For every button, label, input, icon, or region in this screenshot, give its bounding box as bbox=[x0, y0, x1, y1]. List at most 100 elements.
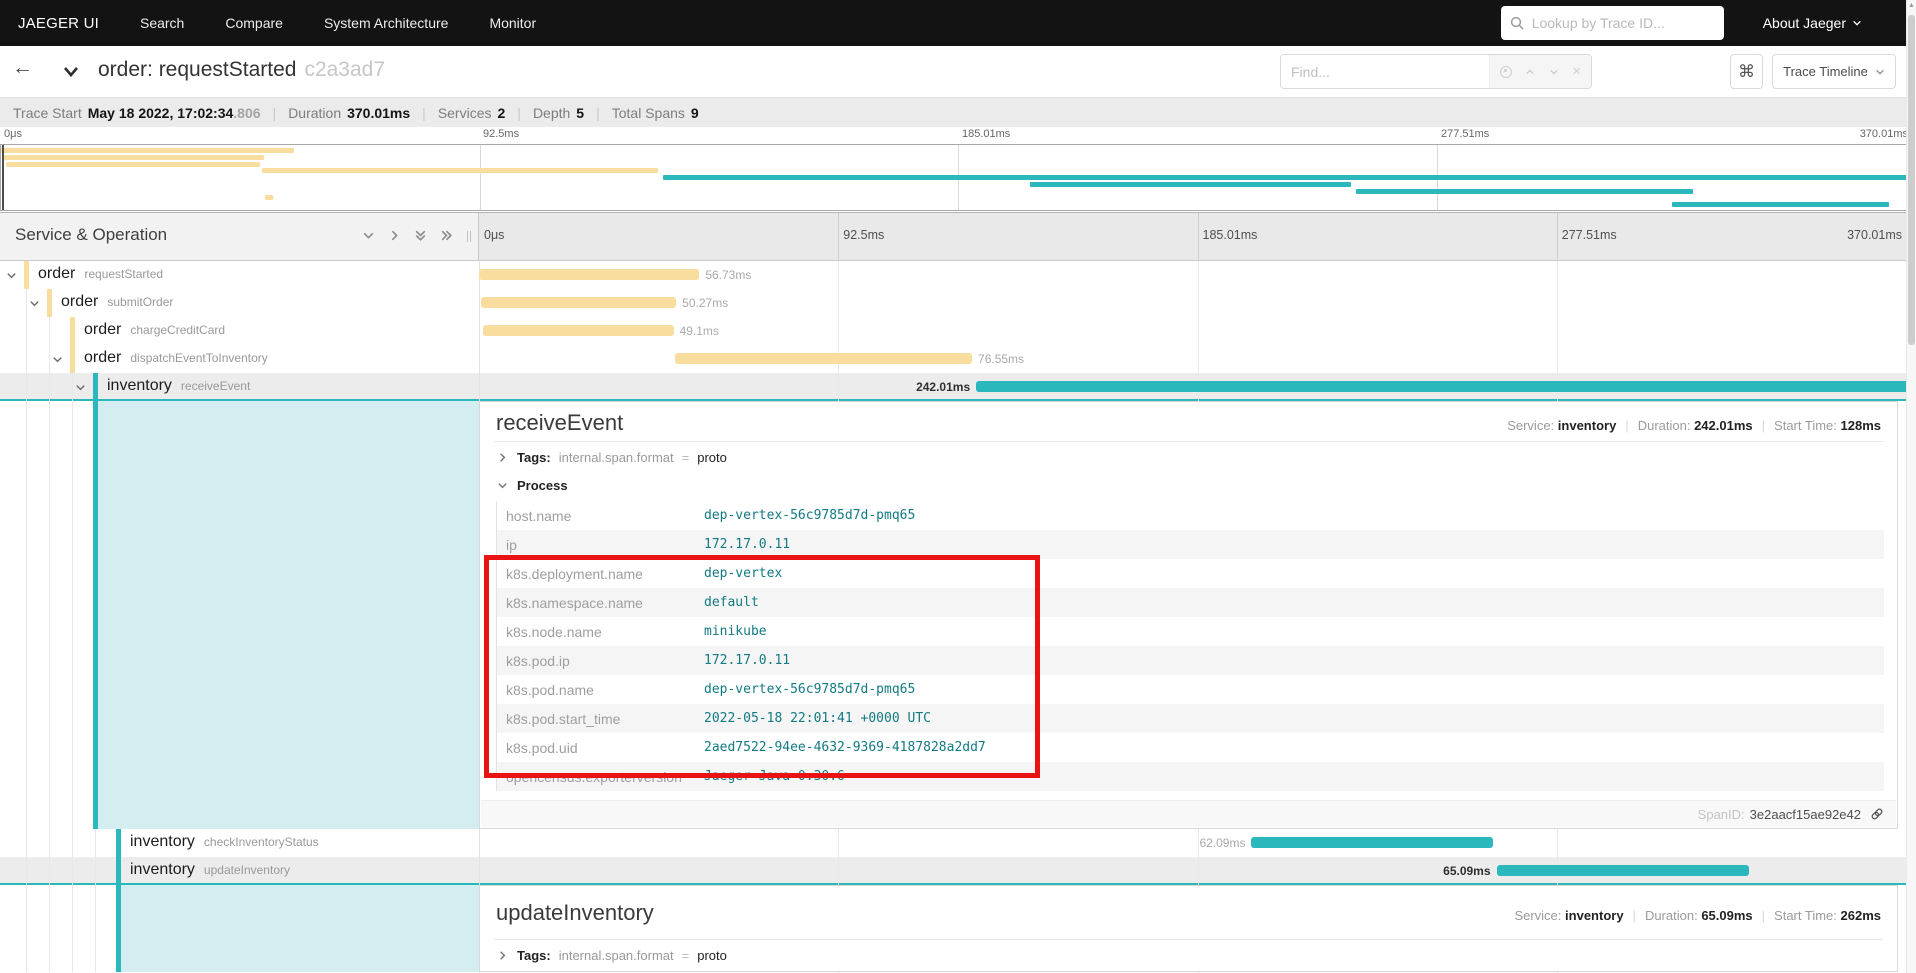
ruler-gridline bbox=[838, 213, 839, 260]
expand-all-icon[interactable] bbox=[439, 228, 454, 243]
collapse-all-icon[interactable] bbox=[413, 228, 428, 243]
indent-guide bbox=[26, 401, 27, 829]
process-row[interactable]: k8s.pod.ip172.17.0.11 bbox=[497, 646, 1884, 675]
span-row-chargeCreditCard[interactable]: orderchargeCreditCard49.1ms bbox=[0, 317, 1916, 345]
detail-service-value: inventory bbox=[1565, 908, 1624, 923]
span-expander-chevron-icon[interactable] bbox=[74, 381, 87, 394]
span-duration-bar[interactable] bbox=[479, 269, 699, 280]
vertical-scrollbar[interactable]: ▲ bbox=[1906, 0, 1916, 973]
detail-divider bbox=[494, 939, 1883, 940]
process-row[interactable]: k8s.node.nameminikube bbox=[497, 617, 1884, 646]
span-expander-chevron-icon[interactable] bbox=[28, 297, 41, 310]
span-service-name[interactable]: inventoryreceiveEvent bbox=[107, 377, 250, 395]
trace-start-label: Trace Start bbox=[13, 105, 82, 121]
indent-guide bbox=[72, 401, 73, 829]
process-key: k8s.namespace.name bbox=[497, 595, 704, 611]
minimap-tick-label: 185.01ms bbox=[962, 128, 1010, 140]
span-row-submitOrder[interactable]: ordersubmitOrder 50.27ms bbox=[0, 289, 1916, 317]
indent-guide bbox=[49, 373, 50, 401]
span-duration-bar[interactable] bbox=[1251, 837, 1492, 848]
span-service-name[interactable]: ordersubmitOrder bbox=[61, 293, 173, 311]
process-row[interactable]: k8s.pod.namedep-vertex-56c9785d7d-pmq65 bbox=[497, 675, 1884, 704]
span-service-name[interactable]: orderdispatchEventToInventory bbox=[84, 349, 268, 367]
span-duration-bar[interactable] bbox=[976, 381, 1916, 392]
tags-section-toggle[interactable]: Tags:internal.span.format=proto bbox=[496, 948, 727, 963]
indent-guide bbox=[26, 289, 27, 317]
span-duration-bar[interactable] bbox=[481, 297, 676, 308]
timeline-column-header: Service & Operation 0μs92.5ms185.01ms277… bbox=[0, 212, 1916, 261]
back-button[interactable]: ← bbox=[12, 56, 33, 80]
minimap-span-bar bbox=[6, 162, 260, 167]
trace-view-dropdown[interactable]: Trace Timeline bbox=[1772, 54, 1896, 89]
span-color-accent bbox=[70, 317, 75, 345]
ruler-tick-label: 0μs bbox=[484, 228, 504, 242]
process-row[interactable]: k8s.deployment.namedep-vertex bbox=[497, 559, 1884, 588]
span-service-name[interactable]: orderchargeCreditCard bbox=[84, 321, 225, 339]
app-logo[interactable]: JAEGER UI bbox=[18, 15, 99, 32]
span-row-dispatchEventToInventory[interactable]: orderdispatchEventToInventory76.55ms bbox=[0, 345, 1916, 373]
span-duration-bar[interactable] bbox=[675, 353, 972, 364]
process-key: k8s.deployment.name bbox=[497, 566, 704, 582]
span-operation-name: receiveEvent bbox=[181, 379, 250, 393]
span-row-requestStarted[interactable]: orderrequestStarted56.73ms bbox=[0, 261, 1916, 289]
process-row[interactable]: k8s.pod.start_time2022-05-18 22:01:41 +0… bbox=[497, 704, 1884, 733]
process-row[interactable]: k8s.pod.uid2aed7522-94ee-4632-9369-41878… bbox=[497, 733, 1884, 762]
span-color-accent bbox=[116, 829, 121, 857]
tags-preview-value: proto bbox=[697, 948, 727, 963]
nav-item-search[interactable]: Search bbox=[140, 15, 184, 31]
scrollbar-thumb[interactable] bbox=[1908, 15, 1915, 345]
nav-item-compare[interactable]: Compare bbox=[225, 15, 283, 31]
nav-item-system-architecture[interactable]: System Architecture bbox=[324, 15, 449, 31]
span-row-receiveEvent[interactable]: inventoryreceiveEvent242.01ms bbox=[0, 373, 1916, 401]
prev-match-icon[interactable] bbox=[1524, 67, 1536, 77]
trace-id-lookup-input[interactable] bbox=[1530, 14, 1715, 32]
find-input[interactable] bbox=[1281, 55, 1489, 88]
indent-guide bbox=[49, 345, 50, 373]
process-row[interactable]: opencensus.exporterversionJaeger-Java-0.… bbox=[497, 762, 1884, 791]
span-row-checkInventoryStatus[interactable]: inventorycheckInventoryStatus62.09ms bbox=[0, 829, 1916, 857]
detail-start-label: Start Time: bbox=[1774, 908, 1837, 923]
indent-guide bbox=[26, 345, 27, 373]
detail-service-value: inventory bbox=[1558, 418, 1617, 433]
collapse-trace-chevron-icon[interactable] bbox=[60, 63, 82, 86]
span-service-name[interactable]: orderrequestStarted bbox=[38, 265, 163, 283]
nav-item-monitor[interactable]: Monitor bbox=[489, 15, 536, 31]
detail-start-label: Start Time: bbox=[1774, 418, 1837, 433]
collapse-one-icon[interactable] bbox=[361, 228, 376, 243]
clear-find-icon[interactable]: × bbox=[1572, 64, 1581, 79]
span-detail-card: receiveEventService: inventory|Duration:… bbox=[479, 401, 1898, 829]
about-jaeger-menu[interactable]: About Jaeger bbox=[1763, 15, 1862, 31]
span-duration-bar[interactable] bbox=[1497, 865, 1750, 876]
span-expander-chevron-icon[interactable] bbox=[51, 353, 64, 366]
detail-duration-value: 65.09ms bbox=[1701, 908, 1752, 923]
process-row[interactable]: k8s.namespace.namedefault bbox=[497, 588, 1884, 617]
minimap-left-drag-handle[interactable] bbox=[2, 145, 4, 210]
tags-section-toggle[interactable]: Tags:internal.span.format=proto bbox=[496, 450, 727, 465]
trace-id-lookup[interactable] bbox=[1501, 6, 1724, 40]
trace-header: ← order: requestStartedc2a3ad7 × ⌘ Trace… bbox=[0, 46, 1916, 97]
detail-duration-value: 242.01ms bbox=[1694, 418, 1753, 433]
span-duration-bar[interactable] bbox=[483, 325, 674, 336]
column-resize-grip[interactable] bbox=[467, 231, 471, 242]
span-detail-title: receiveEvent bbox=[496, 410, 623, 436]
duration-label: Duration bbox=[288, 105, 341, 121]
detail-service-label: Service: bbox=[1507, 418, 1554, 433]
span-expander-chevron-icon[interactable] bbox=[5, 269, 18, 282]
span-row-updateInventory[interactable]: inventoryupdateInventory65.09ms bbox=[0, 857, 1916, 885]
minimap-canvas[interactable] bbox=[0, 144, 1916, 211]
scrollbar-up-arrow-icon[interactable]: ▲ bbox=[1907, 2, 1916, 9]
process-section-toggle[interactable]: Process bbox=[496, 478, 568, 493]
process-row[interactable]: host.namedep-vertex-56c9785d7d-pmq65 bbox=[497, 501, 1884, 530]
span-service-name[interactable]: inventorycheckInventoryStatus bbox=[130, 833, 319, 851]
focus-match-icon[interactable] bbox=[1500, 66, 1512, 78]
expand-one-icon[interactable] bbox=[387, 228, 402, 243]
span-duration-label: 50.27ms bbox=[682, 296, 728, 310]
keyboard-shortcuts-button[interactable]: ⌘ bbox=[1730, 54, 1763, 89]
link-icon[interactable] bbox=[1870, 807, 1884, 821]
process-row[interactable]: ip172.17.0.11 bbox=[497, 530, 1884, 559]
next-match-icon[interactable] bbox=[1548, 67, 1560, 77]
tags-label: Tags: bbox=[517, 948, 551, 963]
span-service-name[interactable]: inventoryupdateInventory bbox=[130, 861, 290, 879]
indent-guide bbox=[26, 885, 27, 972]
service-operation-header: Service & Operation bbox=[0, 213, 479, 260]
